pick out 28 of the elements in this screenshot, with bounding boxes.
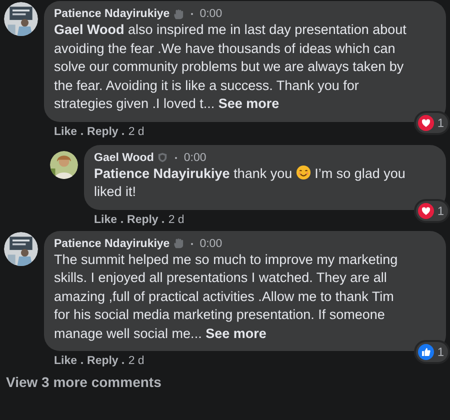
reply-link[interactable]: Reply	[87, 126, 118, 138]
comment-text: Patience Ndayirukiye thank you I’m so glad you liked it!	[94, 164, 406, 201]
video-timestamp[interactable]: 0:00	[184, 152, 206, 164]
comment-text: Gael Wood also inspired me in last day presentation about avoiding the fear .We have thousands of ideas which can solve our community problems but we are always taken by the fear. Avoiding it is like a success. Thank you for strategies given .I loved t... See more	[54, 21, 408, 113]
thumbs-up-icon	[418, 344, 434, 360]
author-name[interactable]: Patience Ndayirukiye	[54, 8, 170, 20]
reaction-count[interactable]: 1	[416, 112, 448, 132]
comment-age: 2 d	[168, 214, 184, 226]
reaction-count[interactable]: 1	[416, 342, 448, 362]
author-name[interactable]: Gael Wood	[94, 152, 154, 164]
comment-text: The summit helped me so much to improve my marketing skills. I enjoyed all presentations I watched. They are all amazing ,full of practical activities .Allow me to thank Tim for his social media marketing presentation. If someone manage well social me... See more	[54, 250, 399, 343]
like-link[interactable]: Like	[94, 214, 118, 226]
shield-icon	[156, 152, 168, 163]
author-name[interactable]: Patience Ndayirukiye	[54, 238, 170, 250]
comment-age: 2 d	[128, 355, 144, 367]
see-more-link[interactable]: See more	[218, 96, 280, 111]
reaction-count[interactable]: 1	[416, 200, 448, 220]
hand-icon	[172, 238, 184, 249]
video-timestamp[interactable]: 0:00	[200, 8, 222, 20]
reply-link[interactable]: Reply	[87, 355, 118, 367]
view-more-comments-link[interactable]: View 3 more comments	[4, 372, 446, 390]
video-timestamp[interactable]: 0:00	[200, 238, 222, 250]
like-link[interactable]: Like	[54, 126, 78, 138]
like-link[interactable]: Like	[54, 355, 78, 367]
reply-link[interactable]: Reply	[127, 214, 158, 226]
hand-icon	[172, 8, 184, 20]
see-more-link[interactable]: See more	[206, 326, 266, 340]
comment-age: 2 d	[128, 126, 144, 138]
